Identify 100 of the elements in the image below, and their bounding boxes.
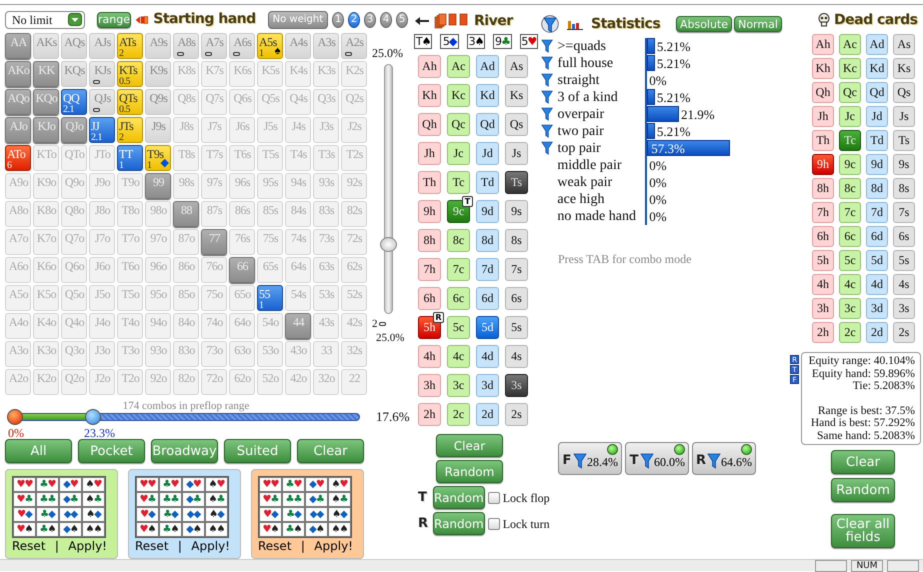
hand-cell[interactable]: Q7o [61,229,87,255]
dead-card-button[interactable]: 3s [893,298,915,319]
card-button[interactable]: 2h [418,403,441,426]
range-button[interactable]: Suited [224,439,291,463]
dead-card-button[interactable]: 3d [866,298,888,319]
hand-cell[interactable]: 73s [313,229,339,255]
hand-cell[interactable]: A4s [285,33,311,59]
hand-cell[interactable]: KJo [33,117,59,143]
suit-combo-cell[interactable]: ♥♠ [13,522,36,537]
card-button[interactable]: Ks [505,84,528,107]
hand-cell[interactable]: QJo [61,117,87,143]
slider-thumb[interactable] [380,237,397,252]
card-button[interactable]: 4h [418,345,441,368]
hand-cell[interactable]: 87o [173,229,199,255]
card-button[interactable]: Kc [447,84,470,107]
hand-cell[interactable]: 32o [313,369,339,395]
suit-combo-cell[interactable]: ♠♠ [328,522,351,537]
board-card[interactable]: 9♣ [493,34,512,49]
dead-card-button[interactable]: 8c [839,178,861,199]
dead-card-button[interactable]: 5c [839,250,861,271]
hand-cell[interactable]: T7o [117,229,143,255]
dead-card-button[interactable]: 7s [893,202,915,223]
weight-level-button[interactable]: 4 [380,12,392,28]
hand-cell[interactable]: A2s [341,33,367,59]
board-card[interactable]: 5◆ [440,34,459,49]
suit-combo-cell[interactable]: ♠♥ [82,477,105,492]
dead-card-button[interactable]: As [893,34,915,55]
hand-cell[interactable]: AA [5,33,31,59]
hand-cell[interactable]: AKo [5,61,31,87]
dead-card-button[interactable]: 4s [893,274,915,295]
card-button[interactable]: Ac [447,55,470,78]
hand-cell[interactable]: Q8o [61,201,87,227]
card-button[interactable]: As [505,55,528,78]
card-button[interactable]: 6c [447,287,470,310]
range-button[interactable]: Pocket [78,439,145,463]
suit-combo-cell[interactable]: ♥◆ [13,507,36,522]
hand-cell[interactable]: QTs 0.5 [117,89,143,115]
suit-combo-cell[interactable]: ♣♣ [36,492,59,507]
hand-cell[interactable]: 84o [173,313,199,339]
card-button[interactable]: 7d [476,258,499,281]
range-button[interactable]: All [5,439,72,463]
dead-card-button[interactable]: 6d [866,226,888,247]
hand-cell[interactable]: T6o [117,257,143,283]
hand-cell[interactable]: 75s [257,229,283,255]
card-button[interactable]: 5c [447,316,470,339]
suit-combo-cell[interactable]: ♠◆ [328,507,351,522]
hand-cell[interactable]: Q2o [61,369,87,395]
range-button[interactable]: Clear [297,439,364,463]
hand-cell[interactable]: Q9o [61,173,87,199]
hand-cell[interactable]: 98s [173,173,199,199]
hand-cell[interactable]: 92o [145,369,171,395]
hand-cell[interactable]: 73o [201,341,227,367]
hand-cell[interactable]: AJo [5,117,31,143]
hand-cell[interactable]: A7o [5,229,31,255]
hand-cell[interactable]: Q8s [173,89,199,115]
hand-cell[interactable]: 55 1 [257,285,283,311]
hand-cell[interactable]: 83s [313,201,339,227]
dead-card-button[interactable]: 9h [812,154,834,175]
dead-card-button[interactable]: 4h [812,274,834,295]
clear-button[interactable]: Clear [436,434,503,457]
dead-card-button[interactable]: 4d [866,274,888,295]
hand-cell[interactable]: 72o [201,369,227,395]
card-button[interactable]: Qs [505,113,528,136]
hand-cell[interactable]: 43s [313,313,339,339]
hand-cell[interactable]: A6o [5,257,31,283]
hand-cell[interactable]: K5s [257,61,283,87]
dead-card-button[interactable]: 3h [812,298,834,319]
card-button[interactable]: Ah [418,55,441,78]
hand-cell[interactable]: 63s [313,257,339,283]
hand-cell[interactable]: 53o [257,341,283,367]
dead-card-button[interactable]: 7d [866,202,888,223]
board-card[interactable]: 5♥ [520,34,538,49]
dead-card-button[interactable]: Kc [839,58,861,79]
mode-button[interactable]: Normal [734,16,782,32]
range-button[interactable]: Broadway [151,439,218,463]
random-button[interactable]: Random [433,486,485,509]
hand-cell[interactable]: J9s [145,117,171,143]
hand-cell[interactable]: J6s [229,117,255,143]
lock-checkbox[interactable] [488,518,500,530]
hand-cell[interactable]: J4o [89,313,115,339]
suit-combo-cell[interactable]: ♠♣ [82,492,105,507]
dead-card-button[interactable]: Qs [893,82,915,103]
card-button[interactable]: 6s [505,287,528,310]
dead-card-button[interactable]: 3c [839,298,861,319]
suit-combo-cell[interactable]: ♣♣ [159,492,182,507]
hand-cell[interactable]: 54s [285,285,311,311]
hand-cell[interactable]: 82o [173,369,199,395]
suit-combo-cell[interactable]: ♠◆ [82,507,105,522]
card-button[interactable]: 2d [476,403,499,426]
hand-cell[interactable]: 52s [341,285,367,311]
hand-cell[interactable]: A5o [5,285,31,311]
card-button[interactable]: 5s [505,316,528,339]
suit-combo-cell[interactable]: ◆◆ [182,507,205,522]
hand-cell[interactable]: T2s [341,145,367,171]
hand-cell[interactable]: T2o [117,369,143,395]
suit-combo-cell[interactable]: ♣♠ [282,522,305,537]
card-button[interactable]: 7h [418,258,441,281]
card-button[interactable]: 3h [418,374,441,397]
hand-cell[interactable]: 94s [285,173,311,199]
hand-cell[interactable]: 95s [257,173,283,199]
